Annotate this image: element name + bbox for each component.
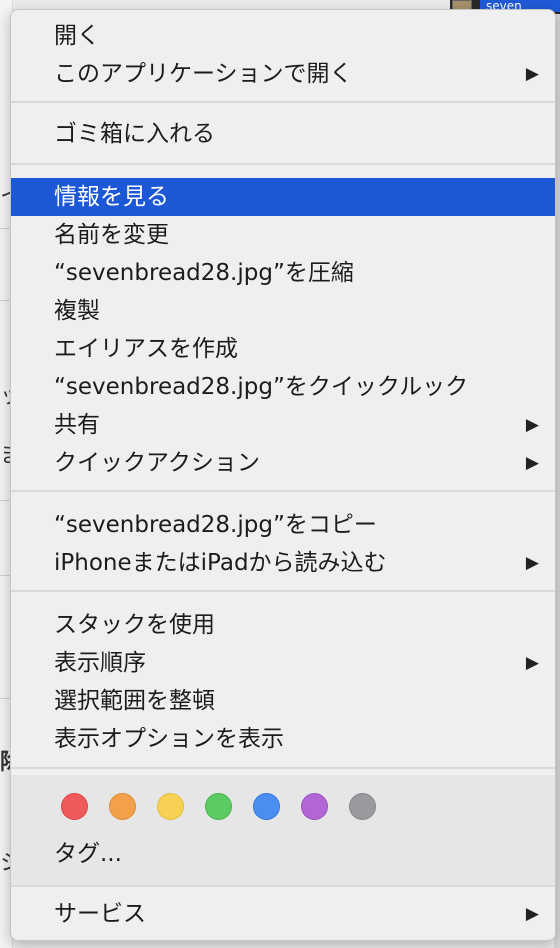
menu-item-move-to-trash[interactable]: ゴミ箱に入れる: [11, 115, 555, 153]
tag-blue-dot[interactable]: [253, 793, 280, 820]
tag-yellow-dot[interactable]: [157, 793, 184, 820]
tag-green-dot[interactable]: [205, 793, 232, 820]
menu-item-quick-actions[interactable]: クイックアクション ▶: [11, 444, 555, 482]
menu-item-copy[interactable]: “sevenbread28.jpg”をコピー: [11, 506, 555, 544]
submenu-arrow-icon: ▶: [525, 415, 539, 435]
menu-item-import-from-iphone[interactable]: iPhoneまたはiPadから読み込む ▶: [11, 544, 555, 582]
submenu-arrow-icon: ▶: [525, 64, 539, 84]
tag-purple-dot[interactable]: [301, 793, 328, 820]
menu-item-open[interactable]: 開く: [11, 17, 555, 55]
submenu-arrow-icon: ▶: [525, 653, 539, 673]
menu-separator: [11, 767, 555, 769]
menu-separator: [11, 163, 555, 165]
menu-item-make-alias[interactable]: エイリアスを作成: [11, 330, 555, 368]
menu-item-share[interactable]: 共有 ▶: [11, 406, 555, 444]
menu-separator: [11, 101, 555, 103]
context-menu: 開く このアプリケーションで開く ▶ ゴミ箱に入れる 情報を見る 名前を変更 “s…: [10, 9, 556, 941]
menu-item-tags[interactable]: タグ...: [11, 835, 555, 873]
submenu-arrow-icon: ▶: [525, 904, 539, 924]
menu-separator: [11, 490, 555, 492]
menu-item-services[interactable]: サービス ▶: [11, 895, 555, 933]
submenu-arrow-icon: ▶: [525, 553, 539, 573]
menu-item-open-with[interactable]: このアプリケーションで開く ▶: [11, 55, 555, 93]
tag-red-dot[interactable]: [61, 793, 88, 820]
menu-item-quick-look[interactable]: “sevenbread28.jpg”をクイックルック: [11, 368, 555, 406]
menu-separator: [11, 885, 555, 887]
menu-item-sort-by[interactable]: 表示順序 ▶: [11, 644, 555, 682]
menu-item-get-info[interactable]: 情報を見る: [11, 178, 555, 216]
menu-separator: [11, 590, 555, 592]
menu-item-use-stacks[interactable]: スタックを使用: [11, 606, 555, 644]
menu-item-duplicate[interactable]: 複製: [11, 292, 555, 330]
tag-orange-dot[interactable]: [109, 793, 136, 820]
tag-gray-dot[interactable]: [349, 793, 376, 820]
menu-item-compress[interactable]: “sevenbread28.jpg”を圧縮: [11, 254, 555, 292]
submenu-arrow-icon: ▶: [525, 453, 539, 473]
menu-item-show-view-options[interactable]: 表示オプションを表示: [11, 720, 555, 758]
menu-item-clean-up-selection[interactable]: 選択範囲を整頓: [11, 682, 555, 720]
menu-item-rename[interactable]: 名前を変更: [11, 216, 555, 254]
